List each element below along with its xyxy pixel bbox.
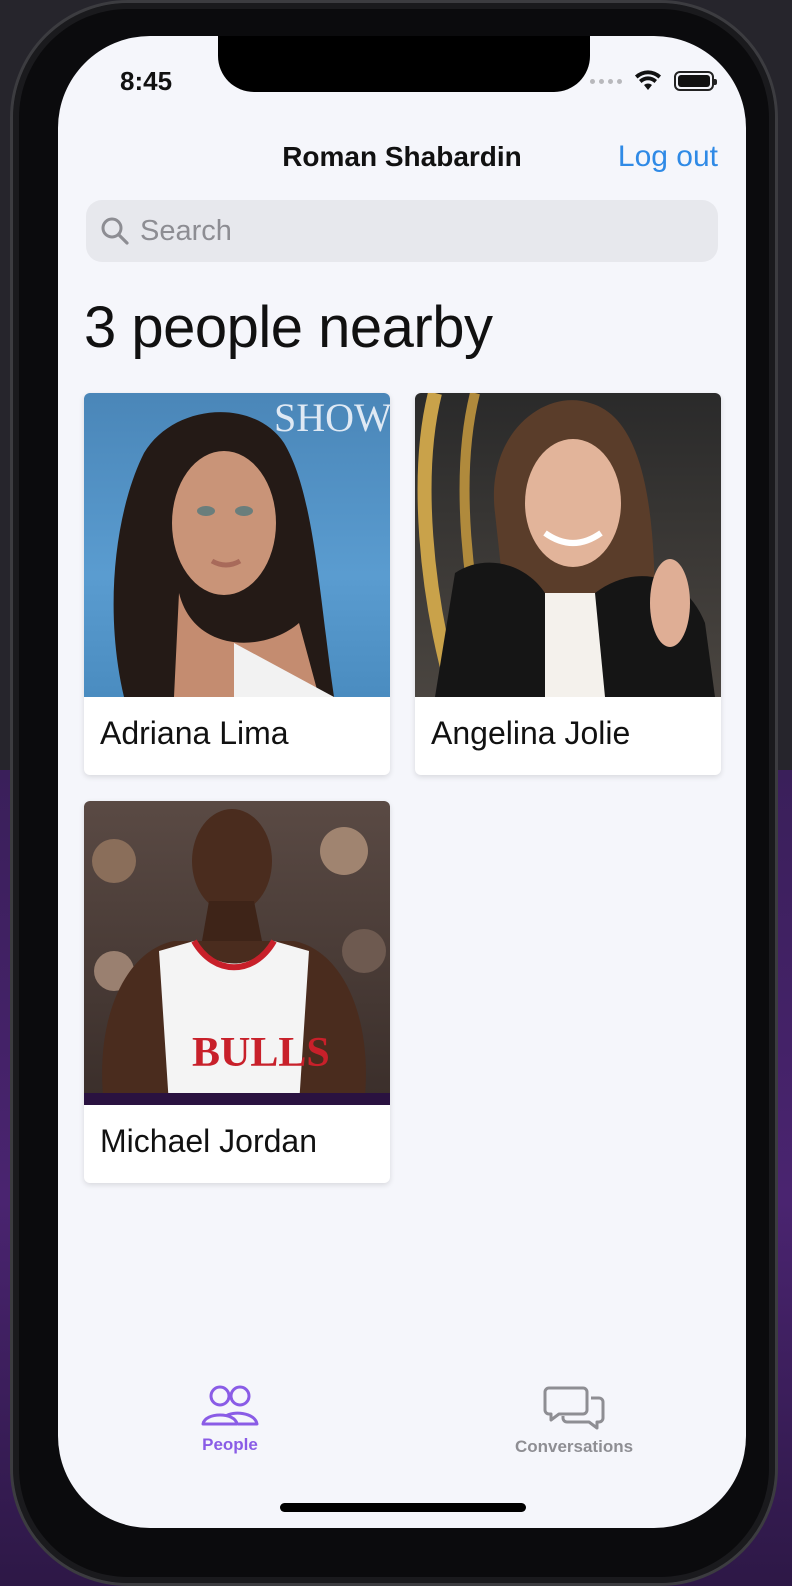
person-card-michael-jordan[interactable]: BULLS Michael Jordan	[84, 801, 390, 1183]
person-photo: BULLS	[84, 801, 390, 1105]
wifi-icon	[635, 70, 661, 90]
people-icon	[201, 1385, 259, 1426]
tab-conversations[interactable]: Conversations	[474, 1384, 674, 1457]
device-notch	[218, 36, 590, 92]
status-icons	[590, 70, 717, 92]
search-bar[interactable]	[86, 200, 718, 262]
cellular-signal-icon	[590, 78, 622, 84]
person-photo	[415, 393, 721, 697]
person-card-angelina-jolie[interactable]: Angelina Jolie	[415, 393, 721, 775]
person-card-adriana-lima[interactable]: SHOW Adriana Lima	[84, 393, 390, 775]
tab-bar: People Conversations	[58, 1376, 746, 1476]
person-name: Adriana Lima	[100, 715, 289, 751]
home-indicator[interactable]	[280, 1503, 526, 1512]
person-photo: SHOW	[84, 393, 390, 697]
backdrop-text: SHOW	[274, 395, 390, 440]
person-name: Angelina Jolie	[431, 715, 631, 751]
chat-bubbles-icon	[543, 1386, 605, 1430]
jersey-text: BULLS	[192, 1030, 330, 1076]
logout-button[interactable]: Log out	[618, 140, 718, 174]
status-time: 8:45	[120, 66, 173, 96]
app-screen: 8:45 Roman Shabardin Log out 3 people ne…	[58, 36, 746, 1528]
search-icon	[101, 217, 129, 245]
tab-label: People	[202, 1435, 258, 1454]
battery-icon	[674, 71, 717, 91]
device-frame: 8:45 Roman Shabardin Log out 3 people ne…	[10, 0, 778, 1586]
tab-people[interactable]: People	[130, 1384, 330, 1455]
tab-label: Conversations	[514, 1437, 634, 1456]
person-name: Michael Jordan	[100, 1123, 317, 1159]
people-count-heading: 3 people nearby	[84, 295, 493, 360]
search-input[interactable]	[140, 214, 700, 248]
